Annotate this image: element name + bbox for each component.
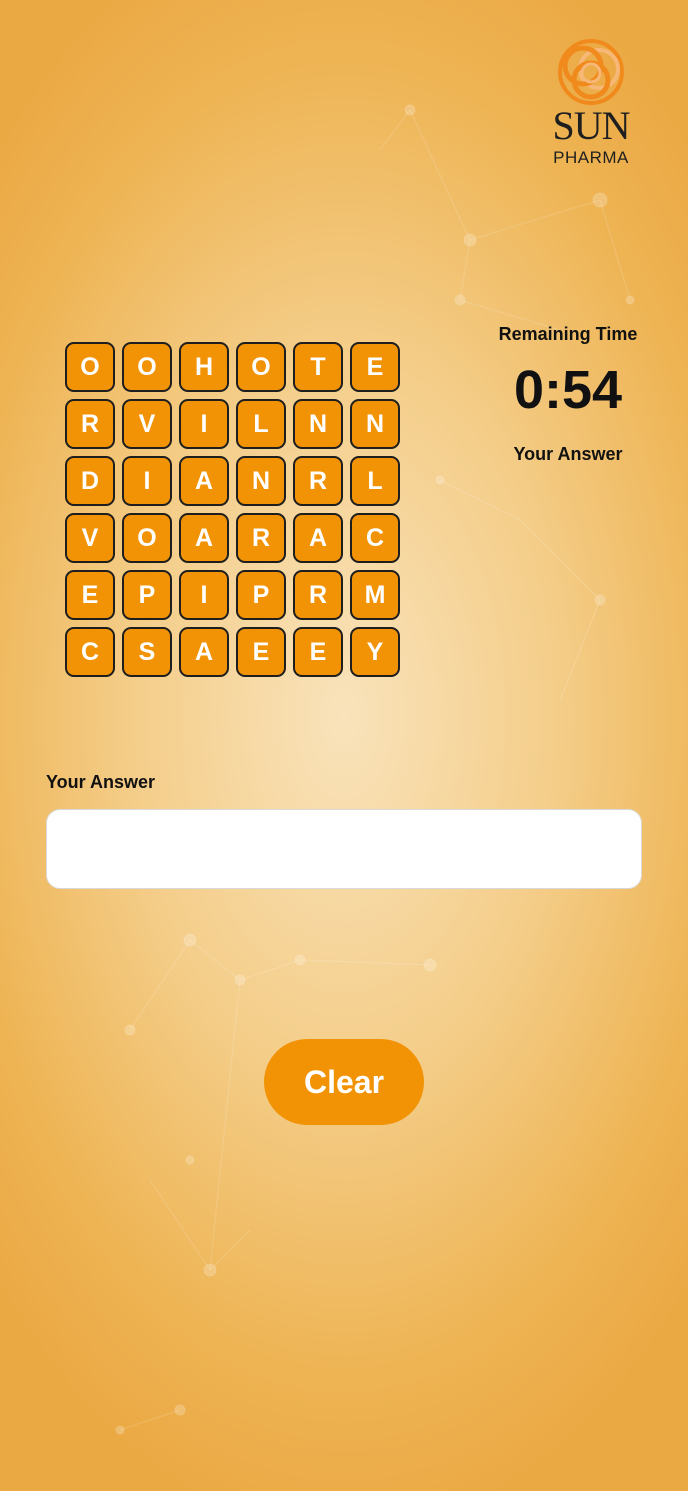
- letter-tile[interactable]: N: [293, 399, 343, 449]
- letter-tile[interactable]: R: [293, 456, 343, 506]
- letter-tile[interactable]: Y: [350, 627, 400, 677]
- letter-tile[interactable]: A: [179, 627, 229, 677]
- sun-pharma-logo: SUN PHARMA: [536, 36, 646, 168]
- logo-wordmark-pharma: PHARMA: [553, 148, 629, 167]
- letter-tile[interactable]: R: [236, 513, 286, 563]
- letter-tile[interactable]: N: [236, 456, 286, 506]
- letter-tile[interactable]: P: [122, 570, 172, 620]
- answer-label: Your Answer: [46, 772, 156, 792]
- letter-tile[interactable]: I: [122, 456, 172, 506]
- letter-tile[interactable]: E: [236, 627, 286, 677]
- letter-tile[interactable]: C: [350, 513, 400, 563]
- logo-wordmark-sun: SUN: [552, 103, 630, 148]
- letter-tile[interactable]: C: [65, 627, 115, 677]
- letter-tile[interactable]: O: [122, 513, 172, 563]
- letter-tile[interactable]: O: [65, 342, 115, 392]
- background-network-pattern: [115, 104, 635, 1435]
- letter-tile[interactable]: O: [122, 342, 172, 392]
- letter-tile[interactable]: T: [293, 342, 343, 392]
- timer-panel: Remaining Time 0:54 Your Answer: [490, 320, 646, 468]
- letter-tile[interactable]: S: [122, 627, 172, 677]
- letter-tile[interactable]: P: [236, 570, 286, 620]
- letter-tile[interactable]: L: [350, 456, 400, 506]
- letter-tile[interactable]: A: [179, 456, 229, 506]
- letter-tile[interactable]: I: [179, 570, 229, 620]
- letter-tile[interactable]: H: [179, 342, 229, 392]
- remaining-time-label: Remaining Time: [498, 324, 638, 344]
- letter-grid: OOHOTERVILNNDIANRLVOARACEPIPRMCSAEEY: [65, 342, 401, 677]
- letter-tile[interactable]: E: [350, 342, 400, 392]
- letter-tile[interactable]: V: [122, 399, 172, 449]
- letter-tile[interactable]: E: [293, 627, 343, 677]
- letter-tile[interactable]: R: [65, 399, 115, 449]
- letter-tile[interactable]: N: [350, 399, 400, 449]
- side-answer-label: Your Answer: [513, 444, 623, 464]
- sun-pharma-swirl-icon: [558, 39, 624, 105]
- letter-tile[interactable]: M: [350, 570, 400, 620]
- clear-button[interactable]: Clear: [264, 1039, 424, 1125]
- letter-tile[interactable]: R: [293, 570, 343, 620]
- letter-tile[interactable]: E: [65, 570, 115, 620]
- letter-tile[interactable]: A: [179, 513, 229, 563]
- letter-tile[interactable]: D: [65, 456, 115, 506]
- letter-tile[interactable]: I: [179, 399, 229, 449]
- answer-input[interactable]: [46, 809, 642, 889]
- letter-tile[interactable]: O: [236, 342, 286, 392]
- letter-tile[interactable]: A: [293, 513, 343, 563]
- timer-value: 0:54: [513, 360, 623, 420]
- letter-tile[interactable]: V: [65, 513, 115, 563]
- letter-tile[interactable]: L: [236, 399, 286, 449]
